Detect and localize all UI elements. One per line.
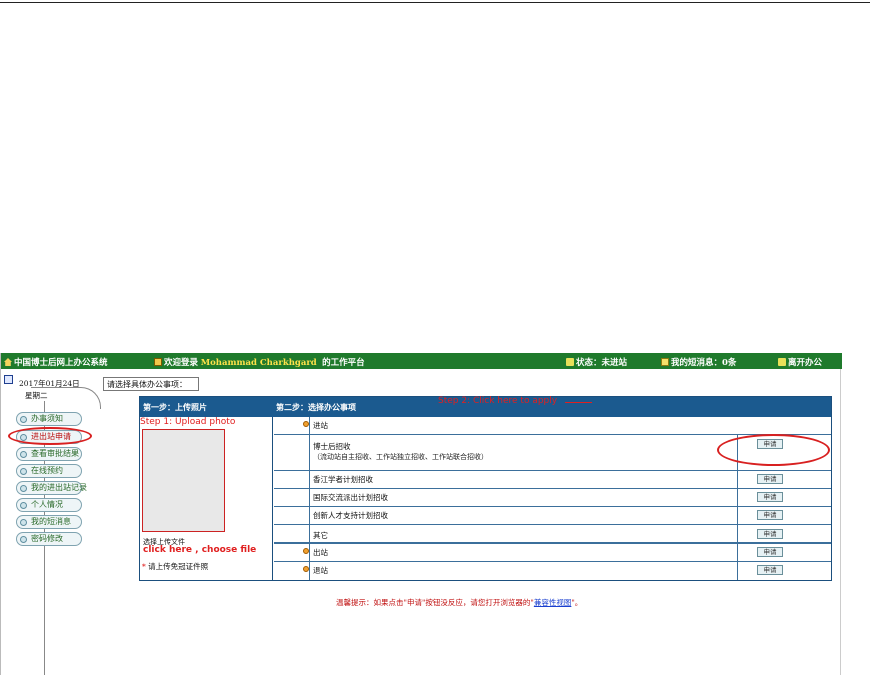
book-icon [154,358,162,366]
apply-button-hongkong[interactable]: 申请 [757,474,783,484]
mail-icon [661,358,669,366]
bullet-icon [20,468,27,475]
compatibility-view-link[interactable]: 兼容性视图 [534,598,572,607]
bullet-icon [303,566,309,572]
browser-tip: 温馨提示：如果点击"申请"按钮没反应，请您打开浏览器的"兼容性视图"。 [336,598,583,607]
sidebar-item-messages[interactable]: 我的短消息 [16,515,82,529]
user-name: Mohammad Charkhgard [200,358,317,368]
sidebar-highlight-oval [8,427,92,445]
status-icon [566,358,574,366]
apply-highlight-oval [717,434,830,466]
bullet-icon [20,502,27,509]
row-international-exchange: 国际交流派出计划招收 申请 [274,489,831,507]
application-panel: 第一步：上传照片 第二步：选择办公事项 Step 1: Upload photo… [139,396,832,581]
status-text: 状态：未进站 [566,356,627,368]
sidebar-item-profile[interactable]: 个人情况 [16,498,82,512]
photo-upload-column: Step 1: Upload photo 选择上传文件 click here ,… [140,417,273,580]
row-enter: 进站 [274,417,831,435]
bullet-icon [20,416,27,423]
bullet-icon [303,421,309,427]
bullet-icon [20,519,27,526]
apply-button-innovation[interactable]: 申请 [757,510,783,520]
bullet-icon [303,548,309,554]
annotation-pointer-line [565,402,592,403]
row-hongkong-scholar: 香江学者计划招收 申请 [274,471,831,489]
row-leave-station: 出站 申请 [274,544,831,562]
row-other: 其它 申请 [274,525,831,544]
top-divider [0,2,870,3]
step2-annotation: Step 2: Click here to apply [438,396,558,406]
apply-button-withdraw[interactable]: 申请 [757,565,783,575]
sidebar-item-results[interactable]: 查看审批结果 [16,447,82,461]
row-withdraw: 退站 申请 [274,562,831,580]
home-icon [4,358,12,366]
sidebar-item-records[interactable]: 我的进出站记录 [16,481,87,495]
bullet-icon [20,485,27,492]
apply-button-international[interactable]: 申请 [757,492,783,502]
messages-link[interactable]: 我的短消息：0条 [661,356,736,368]
system-title: 中国博士后网上办公系统 [4,356,108,368]
welcome-text: 欢迎登录 Mohammad Charkhgard 的工作平台 [154,356,365,368]
logout-link[interactable]: 离开办公 [778,356,822,368]
photo-requirement-note: * 请上传免冠证件照 [142,562,209,571]
exit-icon [778,358,786,366]
choose-file-annotation: click here , choose file [143,545,257,555]
step2-header: 第二步：选择办公事项 [276,402,356,412]
task-prompt: 请选择具体办公事项： [103,377,199,391]
top-bar: 中国博士后网上办公系统 欢迎登录 Mohammad Charkhgard 的工作… [1,353,842,369]
sidebar-decoration [31,387,101,409]
app-window: 中国博士后网上办公系统 欢迎登录 Mohammad Charkhgard 的工作… [0,353,842,675]
sidebar-item-booking[interactable]: 在线预约 [16,464,82,478]
calendar-icon [4,375,13,384]
step1-annotation: Step 1: Upload photo [140,417,236,427]
photo-preview [142,429,225,532]
bullet-icon [20,536,27,543]
apply-button-leave[interactable]: 申请 [757,547,783,557]
sidebar-item-password[interactable]: 密码修改 [16,532,82,546]
row-innovation-talent: 创新人才支持计划招收 申请 [274,507,831,525]
bullet-icon [20,451,27,458]
sidebar-item-notice[interactable]: 办事须知 [16,412,82,426]
step1-header: 第一步：上传照片 [143,402,207,412]
apply-button-other[interactable]: 申请 [757,529,783,539]
